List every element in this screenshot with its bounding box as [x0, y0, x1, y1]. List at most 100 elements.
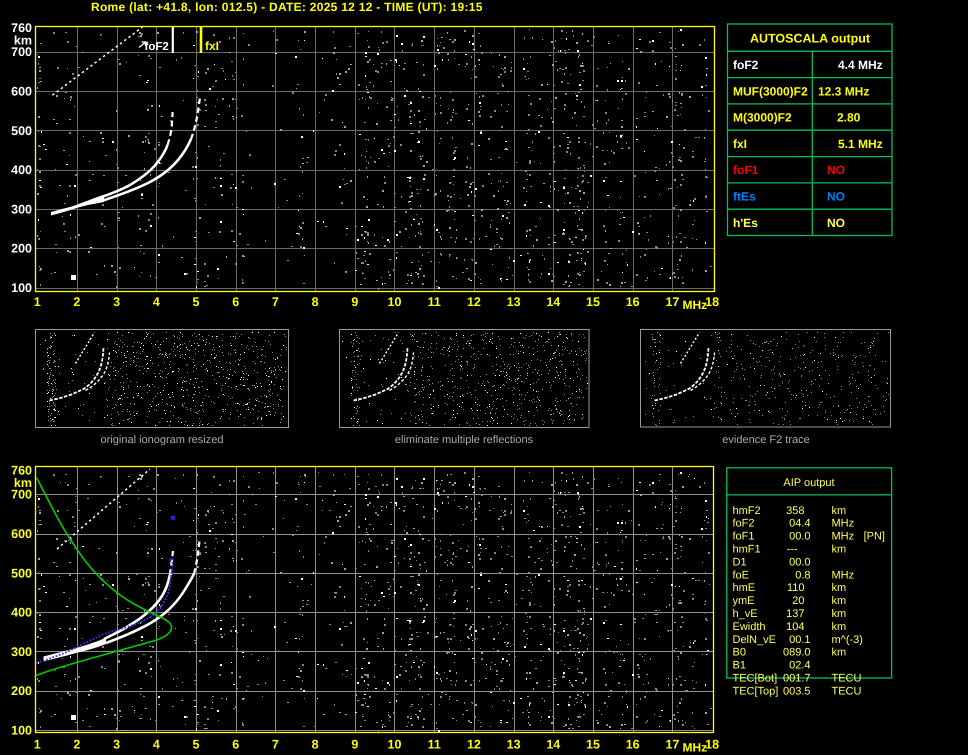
svg-text:7: 7: [272, 295, 279, 309]
svg-text:foE: foE: [733, 569, 750, 581]
svg-text:17: 17: [665, 738, 679, 752]
svg-text:fxI: fxI: [733, 137, 747, 151]
svg-text:hmE: hmE: [733, 582, 756, 594]
svg-text:h'Es: h'Es: [733, 216, 758, 230]
svg-text:km: km: [832, 621, 847, 633]
svg-text:evidence F2 trace: evidence F2 trace: [722, 434, 809, 446]
svg-text:km: km: [832, 595, 847, 607]
svg-text:18: 18: [705, 738, 719, 752]
svg-text:hmF1: hmF1: [733, 544, 761, 556]
svg-text:16: 16: [626, 738, 640, 752]
svg-text:9: 9: [351, 295, 358, 309]
svg-text:600: 600: [11, 527, 32, 541]
svg-text:2.80: 2.80: [837, 111, 861, 125]
svg-text:hmF2: hmF2: [733, 505, 761, 517]
svg-text:18: 18: [705, 295, 719, 309]
svg-text:ftEs: ftEs: [733, 190, 756, 204]
svg-text:7: 7: [272, 738, 279, 752]
svg-text:358: 358: [786, 505, 804, 517]
svg-text:4: 4: [153, 738, 160, 752]
svg-text:12: 12: [467, 738, 481, 752]
svg-text:DelN_vE: DelN_vE: [733, 634, 776, 646]
svg-text:14: 14: [546, 295, 560, 309]
svg-text:0.8: 0.8: [795, 569, 810, 581]
svg-text:AIP output: AIP output: [783, 477, 834, 489]
svg-text:9: 9: [351, 738, 358, 752]
svg-text:137: 137: [786, 608, 804, 620]
svg-text:100: 100: [11, 724, 32, 738]
svg-text:15: 15: [586, 738, 600, 752]
svg-text:02.4: 02.4: [789, 660, 810, 672]
svg-text:10: 10: [388, 738, 402, 752]
svg-text:M(3000)F2: M(3000)F2: [733, 111, 792, 125]
svg-text:400: 400: [11, 606, 32, 620]
svg-text:NO: NO: [827, 190, 845, 204]
svg-text:6: 6: [232, 738, 239, 752]
svg-text:003.5: 003.5: [783, 685, 811, 697]
svg-text:500: 500: [11, 566, 32, 580]
svg-text:1: 1: [34, 295, 41, 309]
svg-text:MHz: MHz: [683, 298, 708, 312]
svg-text:200: 200: [11, 242, 32, 256]
svg-text:300: 300: [11, 645, 32, 659]
svg-text:km: km: [832, 647, 847, 659]
svg-text:NO: NO: [827, 216, 845, 230]
svg-text:001.7: 001.7: [783, 673, 811, 685]
svg-text:B1: B1: [733, 660, 746, 672]
svg-text:km: km: [832, 505, 847, 517]
svg-text:TECU: TECU: [832, 673, 862, 685]
svg-text:4.4 MHz: 4.4 MHz: [838, 58, 883, 72]
svg-text:Ewidth: Ewidth: [733, 621, 766, 633]
svg-text:TEC[Top]: TEC[Top]: [733, 685, 779, 697]
svg-text:300: 300: [11, 202, 32, 216]
svg-text:20: 20: [792, 595, 804, 607]
svg-text:700: 700: [11, 488, 32, 502]
svg-text:8: 8: [312, 738, 319, 752]
svg-text:D1: D1: [733, 556, 747, 568]
svg-text:700: 700: [11, 45, 32, 59]
svg-text:eliminate multiple reflections: eliminate multiple reflections: [395, 434, 534, 446]
svg-text:16: 16: [626, 295, 640, 309]
svg-text:200: 200: [11, 684, 32, 698]
svg-text:3: 3: [113, 295, 120, 309]
svg-text:5: 5: [193, 738, 200, 752]
svg-text:original ionogram resized: original ionogram resized: [101, 434, 224, 446]
svg-text:00.0: 00.0: [789, 531, 810, 543]
svg-text:600: 600: [11, 85, 32, 99]
svg-text:Rome (lat: +41.8, lon: 012.5): Rome (lat: +41.8, lon: 012.5) - DATE: 20…: [91, 0, 483, 14]
svg-text:ymE: ymE: [733, 595, 755, 607]
svg-text:MHz: MHz: [683, 741, 708, 755]
svg-text:foF1: foF1: [733, 531, 755, 543]
svg-text:B0: B0: [733, 647, 746, 659]
svg-text:h_vE: h_vE: [733, 608, 758, 620]
svg-text:m^(-3): m^(-3): [832, 634, 863, 646]
svg-text:4: 4: [153, 295, 160, 309]
svg-text:5: 5: [193, 295, 200, 309]
svg-text:6: 6: [232, 295, 239, 309]
svg-text:NO: NO: [827, 163, 845, 177]
svg-text:km: km: [832, 544, 847, 556]
svg-text:km: km: [832, 582, 847, 594]
svg-text:foF2: foF2: [733, 518, 755, 530]
svg-text:1: 1: [34, 738, 41, 752]
svg-text:400: 400: [11, 163, 32, 177]
svg-text:110: 110: [787, 582, 805, 594]
svg-text:13: 13: [507, 295, 521, 309]
svg-text:00.0: 00.0: [789, 556, 810, 568]
svg-text:AUTOSCALA output: AUTOSCALA output: [750, 32, 871, 46]
svg-text:2: 2: [73, 295, 80, 309]
svg-text:12.3 MHz: 12.3 MHz: [818, 84, 869, 98]
svg-text:8: 8: [312, 295, 319, 309]
svg-text:---: ---: [787, 544, 798, 556]
svg-text:MUF(3000)F2: MUF(3000)F2: [733, 84, 808, 98]
svg-text:15: 15: [586, 295, 600, 309]
svg-text:fxI: fxI: [205, 39, 219, 53]
svg-text:12: 12: [467, 295, 481, 309]
svg-text:3: 3: [113, 738, 120, 752]
svg-text:km: km: [832, 608, 847, 620]
svg-text:11: 11: [428, 738, 441, 752]
svg-text:00.1: 00.1: [789, 634, 810, 646]
svg-text:089.0: 089.0: [783, 647, 811, 659]
svg-text:2: 2: [73, 738, 80, 752]
svg-text:foF2: foF2: [733, 58, 759, 72]
